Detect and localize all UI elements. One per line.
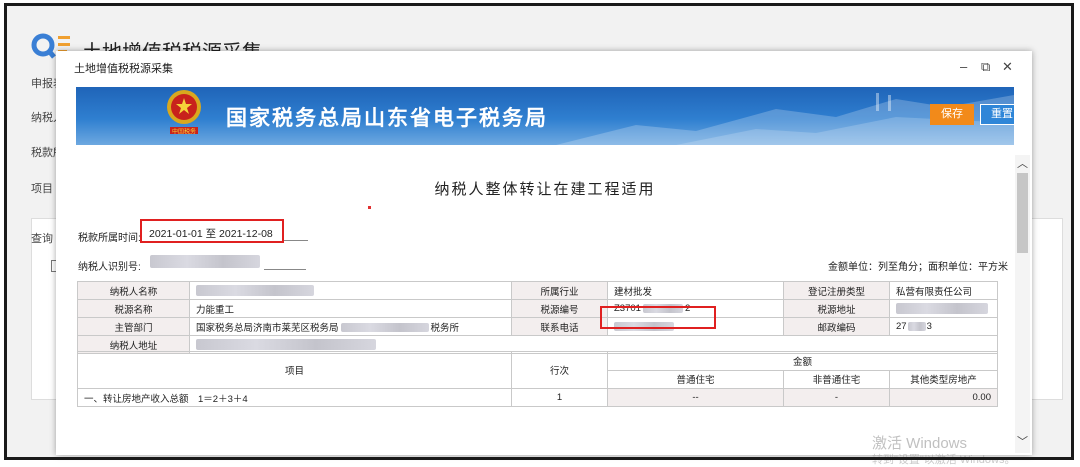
- phone-label: 联系电话: [511, 317, 608, 336]
- col-item-header: 项目: [77, 351, 512, 389]
- period-underline: [284, 240, 308, 241]
- source-name-label: 税源名称: [77, 299, 190, 318]
- tin-label: 纳税人识别号:: [78, 262, 141, 273]
- svg-text:中国税务: 中国税务: [172, 128, 196, 136]
- taxpayer-name-value: [189, 281, 512, 300]
- reset-button[interactable]: 重置: [980, 104, 1014, 125]
- form-content: 纳税人整体转让在建工程适用 税款所属时间: 2021-01-01 至 2021-…: [76, 145, 1014, 455]
- zip-prefix: 27: [896, 321, 907, 332]
- non-ordinary-amount-cell[interactable]: -: [783, 388, 890, 407]
- tin-value-redacted: [150, 255, 260, 268]
- scroll-up-icon[interactable]: ︿: [1017, 155, 1028, 171]
- source-address-label: 税源地址: [783, 299, 890, 318]
- tax-source-modal: 土地增值税税源采集 – ⧉ ✕ 中国税务 国家税务总局山东省电子税务局 保存 重…: [56, 51, 1032, 455]
- dept-prefix: 国家税务总局济南市莱芜区税务局: [196, 322, 339, 334]
- ordinary-amount-cell[interactable]: --: [607, 388, 784, 407]
- source-name-value: 力能重工: [189, 299, 512, 318]
- industry-value: 建材批发: [607, 281, 784, 300]
- table-header-row: 项目 行次 金额: [77, 351, 998, 389]
- banner-title: 国家税务总局山东省电子税务局: [226, 107, 548, 130]
- item-name-cell: 一、转让房地产收入总额 1＝2＋3＋4: [77, 388, 512, 407]
- taxpayer-name-label: 纳税人名称: [77, 281, 190, 300]
- unit-note: 金额单位：列至角分；面积单位：平方米: [828, 262, 1008, 273]
- save-button[interactable]: 保存: [930, 104, 974, 125]
- source-id-label: 税源编号: [511, 299, 608, 318]
- zip-value: 27 3: [889, 317, 998, 336]
- vertical-scrollbar[interactable]: ︿ ﹀: [1015, 155, 1030, 453]
- reg-type-label: 登记注册类型: [783, 281, 890, 300]
- col-other-header: 其他类型房地产: [889, 369, 998, 389]
- table-row: 纳税人名称 所属行业 建材批发 登记注册类型 私营有限责任公司: [77, 281, 998, 300]
- period-label: 税款所属时间:: [78, 233, 141, 244]
- table-row: 一、转让房地产收入总额 1＝2＋3＋4 1 -- - 0.00: [77, 388, 998, 407]
- scroll-thumb[interactable]: [1017, 173, 1028, 253]
- zip-suffix: 3: [926, 321, 932, 332]
- windows-activation-watermark: 激活 Windows: [872, 435, 968, 452]
- dept-value: 国家税务总局济南市莱芜区税务局 税务所: [189, 317, 512, 336]
- item-line-cell: 1: [511, 388, 608, 407]
- item-amount-table: 项目 行次 金额 普通住宅 非普通住宅 其他类型房地产 一、转让房地产收入总额 …: [77, 351, 998, 407]
- industry-label: 所属行业: [511, 281, 608, 300]
- tax-bureau-banner: 中国税务 国家税务总局山东省电子税务局 保存 重置: [76, 87, 1014, 145]
- modal-titlebar: 土地增值税税源采集 – ⧉ ✕: [56, 51, 1032, 81]
- col-line-header: 行次: [511, 351, 608, 389]
- zip-label: 邮政编码: [783, 317, 890, 336]
- dept-label: 主管部门: [77, 317, 190, 336]
- dept-suffix: 税务所: [430, 322, 460, 334]
- taxpayer-info-table: 纳税人名称 所属行业 建材批发 登记注册类型 私营有限责任公司 税源名称 力能重…: [77, 281, 998, 354]
- table-row: 主管部门 国家税务总局济南市莱芜区税务局 税务所 联系电话 邮政编码 27 3: [77, 317, 998, 336]
- scroll-down-icon[interactable]: ﹀: [1017, 433, 1028, 449]
- col-ordinary-header: 普通住宅: [607, 369, 784, 389]
- reg-type-value: 私营有限责任公司: [889, 281, 998, 300]
- tin-underline: [264, 269, 306, 270]
- minimize-icon[interactable]: –: [960, 59, 967, 74]
- col-amount-header: 金额: [607, 351, 998, 371]
- document-title: 纳税人整体转让在建工程适用: [434, 181, 656, 198]
- close-icon[interactable]: ✕: [1002, 59, 1013, 75]
- modal-title: 土地增值税税源采集: [74, 63, 173, 75]
- source-id-highlight-box: [600, 306, 716, 329]
- other-amount-cell[interactable]: 0.00: [889, 388, 998, 407]
- period-value[interactable]: 2021-01-01 至 2021-12-08: [149, 226, 273, 241]
- bg-label-query: 查询: [31, 233, 53, 245]
- col-non-ordinary-header: 非普通住宅: [783, 369, 890, 389]
- red-marker: [368, 206, 371, 209]
- restore-icon[interactable]: ⧉: [981, 59, 990, 75]
- table-row: 税源名称 力能重工 税源编号 Z3701 2 税源地址: [77, 299, 998, 318]
- source-address-value: [889, 299, 998, 318]
- national-emblem-icon: 中国税务: [167, 90, 201, 136]
